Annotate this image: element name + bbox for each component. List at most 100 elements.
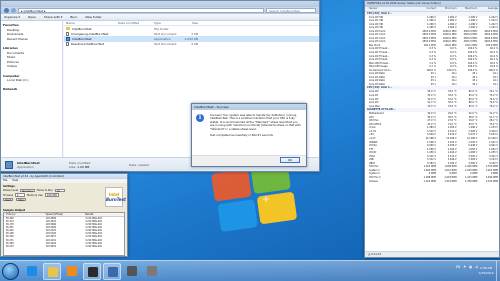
col-minimum[interactable]: Minimum [437, 7, 458, 10]
taskbar-app[interactable] [123, 263, 141, 280]
column-size[interactable]: Size [184, 21, 198, 25]
taskbar-app[interactable] [103, 263, 121, 280]
burn-button[interactable]: Burn [70, 15, 77, 19]
navigation-pane: Favorites Desktop Downloads Recent Place… [1, 21, 63, 159]
file-name: IntelBurnTest [72, 36, 92, 41]
menu-help[interactable]: Help [12, 179, 18, 183]
mouse-cursor-icon [263, 196, 269, 202]
column-date-modified[interactable]: Date modified [118, 21, 154, 25]
intelburntest-logo: Intel BurnTest [105, 187, 126, 207]
ok-button[interactable]: OK [280, 157, 300, 163]
dialog-button-bar: OK [192, 155, 306, 166]
sensor-value: 1,314 RPM [444, 179, 457, 183]
application-icon [5, 160, 13, 169]
language-indicator[interactable]: EN [456, 265, 460, 269]
internet-explorer-icon [27, 266, 37, 276]
times-label: Times to Run [36, 189, 53, 193]
taskbar-media-player[interactable] [63, 263, 81, 280]
file-name: Readme-IntelBurnTest [71, 42, 104, 47]
hwinfo-icon [108, 267, 118, 277]
file-name: IntelBurnTest [72, 26, 92, 31]
app-icon [127, 266, 137, 276]
details-date-created-label: Date created: [129, 162, 150, 167]
application-icon [66, 36, 70, 41]
sensor-value: 45 x [472, 82, 478, 86]
ibt-menu-bar: File Help [1, 179, 127, 183]
sensor-value: 1,324 RPM [423, 179, 436, 183]
address-bar[interactable]: ▸ IntelBurnTest ▸ [18, 8, 264, 13]
sensor-name: Chassis [369, 179, 378, 183]
file-size: 3 KB [191, 31, 198, 36]
times-input[interactable]: 10 [54, 189, 65, 193]
command-bar: Organize ▾ Open Share with ▾ Burn New fo… [1, 14, 319, 21]
dialog-body: i Success! Your system was able to handl… [192, 110, 306, 137]
success-dialog: IntelBurnTest - Success i Success! Your … [191, 103, 307, 167]
file-type: Text Document [154, 42, 177, 47]
taskbar-app[interactable] [83, 263, 101, 280]
file-size: 1,032 KB [184, 36, 198, 41]
search-input[interactable]: Search IntelBurnTest [266, 8, 316, 13]
taskbar-app[interactable] [143, 263, 161, 280]
hwinfo-sensor-window: HWiNFO64 v4.30-2046 Sensor Status [42 va… [364, 0, 500, 258]
col-speed: Speed (GFlops) [45, 212, 64, 216]
details-size: 1.00 MB [77, 164, 90, 169]
stop-button[interactable]: Stop [16, 197, 26, 202]
sensor-row[interactable]: Chassis 1,324 RPM 1,314 RPM 1,330 RPM 1,322 … [365, 180, 499, 184]
memory-input[interactable]: 1024 MB [44, 193, 59, 197]
stress-level-label: Stress Level [3, 189, 19, 193]
threads-input[interactable]: 4 [15, 193, 26, 197]
clock[interactable]: 2:38 AM 1/23/2014 [478, 266, 494, 275]
col-average[interactable]: Average [478, 7, 499, 10]
sensor-value: 1,330 RPM [465, 179, 478, 183]
info-icon: i [196, 114, 204, 122]
elapsed-time: 0:11:13 [371, 253, 382, 256]
text-file-icon [66, 42, 69, 47]
file-type: Application [154, 36, 171, 41]
col-current[interactable]: Current [416, 7, 437, 10]
show-desktop-button[interactable] [496, 261, 500, 281]
sensor-table-body: CPU [#0]: Intel C... Core #0 VID 1.296 V 1.… [365, 11, 499, 184]
col-maximum[interactable]: Maximum [458, 7, 479, 10]
clock-time: 2:38 AM [479, 266, 493, 270]
forward-arrow-icon[interactable] [11, 8, 16, 13]
start-button[interactable]: Start [3, 197, 13, 202]
col-sensor[interactable]: Sensor [365, 7, 416, 10]
settings-label: Settings [3, 185, 15, 188]
start-button[interactable] [2, 263, 19, 280]
app-icon [147, 266, 157, 276]
dialog-message: Success! Your system was able to handle … [210, 113, 301, 131]
open-button[interactable]: Open [28, 15, 36, 19]
folder-icon [48, 267, 58, 277]
file-row[interactable]: Readme-IntelBurnTest Text Document 4 KB [64, 42, 319, 47]
clock-date: 1/23/2014 [478, 270, 494, 275]
text-file-icon [66, 31, 69, 36]
organize-button[interactable]: Organize ▾ [4, 15, 20, 19]
file-name: ChangeLog-IntelBurnTest [71, 31, 109, 36]
app-icon [88, 267, 98, 277]
notification-area: EN ⚑ ▦ ◂) [456, 265, 478, 269]
file-type: File folder [154, 26, 169, 31]
menu-file[interactable]: File [3, 179, 7, 183]
col-results: Results [85, 212, 94, 216]
sensor-value: 42 x [492, 82, 498, 86]
flag-icon[interactable]: ⚑ [463, 265, 466, 269]
sensor-value: 76.0 °C [489, 104, 498, 108]
sensor-value: 45 x [430, 82, 436, 86]
details-type: Application [17, 164, 34, 169]
nav-item-network[interactable]: Network [3, 87, 60, 92]
address-bar-row: ▸ IntelBurnTest ▸ Search IntelBurnTest [1, 7, 319, 14]
hwinfo-status-bar: ◷ 0:11:13 [365, 251, 499, 257]
file-type: Text Document [154, 31, 177, 36]
taskbar-ie[interactable] [23, 263, 41, 280]
column-type[interactable]: Type [154, 21, 184, 25]
media-player-icon [67, 266, 77, 276]
column-name[interactable]: Name [64, 21, 118, 25]
taskbar-explorer[interactable] [43, 263, 61, 280]
output-cell: 3.214798e-002 [85, 244, 102, 248]
back-arrow-icon[interactable] [4, 8, 9, 13]
network-icon[interactable]: ▦ [469, 265, 472, 269]
share-with-button[interactable]: Share with ▾ [44, 15, 62, 19]
new-folder-button[interactable]: New folder [85, 15, 101, 19]
stress-level-select[interactable]: Standard [20, 189, 35, 193]
memory-label: Memory Use [27, 193, 43, 197]
